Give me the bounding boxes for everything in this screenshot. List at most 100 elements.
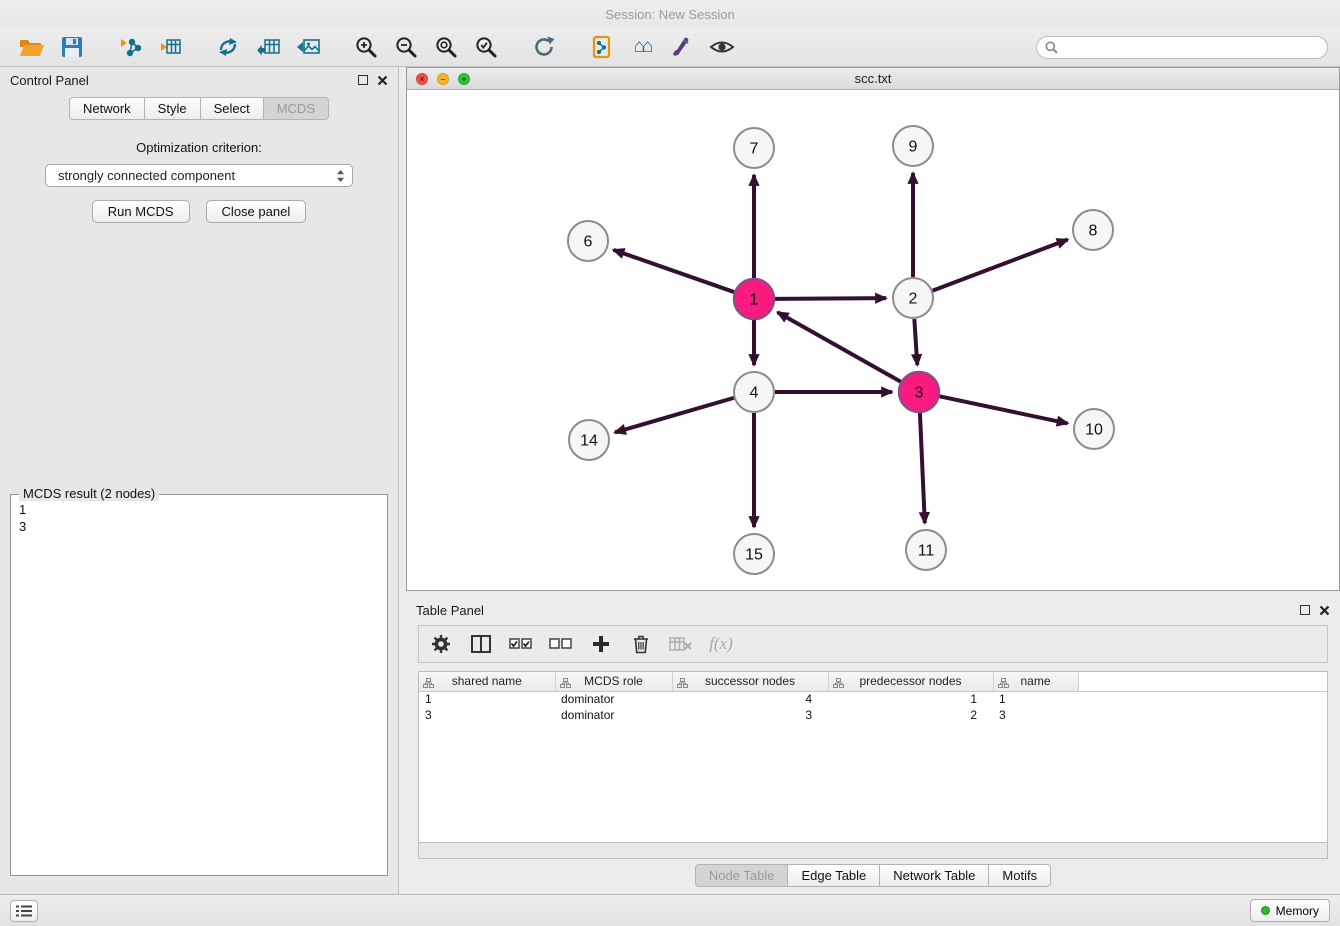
apply-layout-button[interactable]	[524, 31, 564, 63]
tab-node-table[interactable]: Node Table	[695, 864, 789, 887]
zoom-selected-button[interactable]	[466, 31, 506, 63]
open-file-button[interactable]	[12, 31, 52, 63]
close-window-icon[interactable]: ×	[416, 73, 428, 85]
graph-node[interactable]: 7	[734, 128, 774, 168]
zoom-in-button[interactable]	[346, 31, 386, 63]
tab-network-table[interactable]: Network Table	[880, 864, 989, 887]
graph-node[interactable]: 10	[1074, 409, 1114, 449]
network-window-titlebar[interactable]: × – + scc.txt	[407, 68, 1339, 90]
minimize-window-icon[interactable]: –	[437, 73, 449, 85]
graph-edge[interactable]	[775, 298, 886, 299]
graph-node[interactable]: 2	[893, 278, 933, 318]
graph-edge[interactable]	[914, 319, 917, 365]
close-panel-icon[interactable]	[377, 75, 388, 86]
svg-text:11: 11	[918, 543, 935, 560]
dropdown-stepper-icon	[336, 169, 345, 183]
tab-edge-table[interactable]: Edge Table	[788, 864, 880, 887]
delete-row-button[interactable]	[627, 630, 655, 658]
svg-text:14: 14	[580, 433, 598, 450]
optimization-dropdown[interactable]: strongly connected component	[45, 164, 353, 187]
home-button[interactable]: ⌂⌂	[622, 31, 662, 63]
add-row-button[interactable]	[587, 630, 615, 658]
tab-style[interactable]: Style	[145, 97, 201, 120]
zoom-fit-button[interactable]	[426, 31, 466, 63]
search-input[interactable]	[1036, 36, 1328, 59]
import-table-button[interactable]	[150, 31, 190, 63]
zoom-out-button[interactable]	[386, 31, 426, 63]
graph-edge[interactable]	[613, 250, 734, 292]
mcds-result-box: MCDS result (2 nodes) 13	[10, 494, 388, 876]
delete-table-button[interactable]	[667, 630, 695, 658]
select-all-rows-button[interactable]	[507, 630, 535, 658]
table-row[interactable]: 1dominator411	[419, 691, 1327, 707]
column-visibility-button[interactable]	[467, 630, 495, 658]
network-graph[interactable]: 7 9 6 8 1 2 4 3 14 10 15 11	[407, 90, 1339, 590]
svg-text:9: 9	[909, 139, 918, 156]
function-builder-button[interactable]: f(x)	[707, 630, 735, 658]
graph-edge[interactable]	[940, 396, 1068, 423]
close-table-panel-icon[interactable]	[1319, 605, 1330, 616]
toolbar-search	[1036, 36, 1328, 59]
sort-icon	[560, 677, 571, 691]
graph-node[interactable]: 14	[569, 420, 609, 460]
mcds-result-list[interactable]: 13	[11, 495, 387, 541]
column-header-name[interactable]: name	[993, 672, 1078, 691]
tab-motifs[interactable]: Motifs	[989, 864, 1051, 887]
graph-edge[interactable]	[615, 398, 734, 433]
float-panel-icon[interactable]	[358, 75, 368, 85]
control-panel-tabs: Network Style Select MCDS	[0, 97, 398, 120]
close-panel-button[interactable]: Close panel	[206, 200, 307, 223]
graph-edge[interactable]	[920, 413, 925, 523]
control-panel: Control Panel Network Style Select MCDS …	[0, 67, 399, 894]
graph-edge[interactable]	[778, 312, 901, 381]
run-mcds-button[interactable]: Run MCDS	[92, 200, 190, 223]
new-network-button[interactable]	[208, 31, 248, 63]
save-session-button[interactable]	[52, 31, 92, 63]
svg-text:6: 6	[584, 234, 593, 251]
svg-text:15: 15	[745, 547, 763, 564]
apply-layout-icon	[532, 35, 556, 59]
column-header-predecessor-nodes[interactable]: predecessor nodes	[828, 672, 993, 691]
export-image-icon	[295, 36, 321, 58]
optimization-criterion-label: Optimization criterion:	[0, 140, 398, 155]
deselect-all-rows-button[interactable]	[547, 630, 575, 658]
graph-node[interactable]: 8	[1073, 210, 1113, 250]
graph-node[interactable]: 6	[568, 221, 608, 261]
table-cell-filler	[1078, 691, 1327, 707]
task-history-button[interactable]	[10, 900, 38, 922]
float-table-panel-icon[interactable]	[1300, 605, 1310, 615]
main-toolbar: ⌂⌂	[0, 28, 1340, 67]
select-neighbors-button[interactable]	[582, 31, 622, 63]
graph-node[interactable]: 4	[734, 372, 774, 412]
export-image-button[interactable]	[288, 31, 328, 63]
show-hide-button[interactable]	[702, 31, 742, 63]
memory-button[interactable]: Memory	[1250, 899, 1330, 922]
new-table-button[interactable]	[248, 31, 288, 63]
table-row[interactable]: 3dominator323	[419, 707, 1327, 723]
zoom-window-icon[interactable]: +	[458, 73, 470, 85]
graph-node[interactable]: 11	[906, 530, 946, 570]
graph-node[interactable]: 1	[734, 279, 774, 319]
graph-node[interactable]: 9	[893, 126, 933, 166]
graph-edge[interactable]	[933, 240, 1068, 291]
svg-text:4: 4	[750, 385, 759, 402]
table-panel-header: Table Panel	[406, 597, 1340, 623]
list-icon	[16, 905, 32, 917]
column-header-mcds-role[interactable]: MCDS role	[555, 672, 672, 691]
graph-node[interactable]: 3	[899, 372, 939, 412]
tab-network[interactable]: Network	[69, 97, 145, 120]
table-settings-button[interactable]	[427, 630, 455, 658]
import-network-button[interactable]	[110, 31, 150, 63]
sort-icon	[833, 677, 844, 691]
tab-select[interactable]: Select	[201, 97, 264, 120]
network-canvas[interactable]: 7 9 6 8 1 2 4 3 14 10 15 11	[407, 90, 1339, 590]
column-header-shared-name[interactable]: shared name	[419, 672, 555, 691]
node-table-container: shared name MCDS role successor nodes pr…	[418, 671, 1328, 843]
sort-icon	[998, 677, 1009, 691]
column-header-filler	[1078, 672, 1327, 691]
tab-mcds[interactable]: MCDS	[264, 97, 329, 120]
graph-node[interactable]: 15	[734, 534, 774, 574]
style-paint-button[interactable]	[662, 31, 702, 63]
column-header-successor-nodes[interactable]: successor nodes	[672, 672, 828, 691]
table-horizontal-scrollbar[interactable]	[418, 843, 1328, 859]
